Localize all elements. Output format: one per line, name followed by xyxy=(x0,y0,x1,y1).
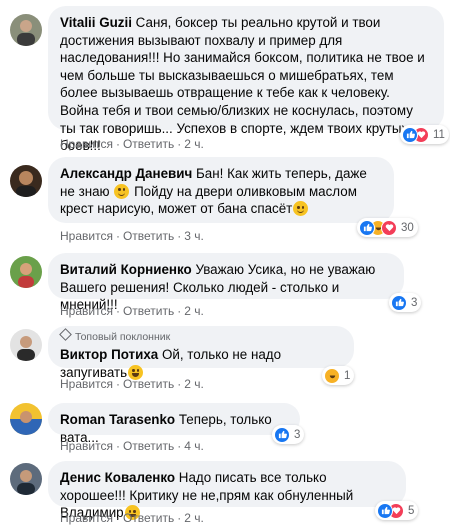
like-link[interactable]: Нравится xyxy=(60,137,113,151)
comment-author[interactable]: Александр Даневич xyxy=(60,166,192,181)
diamond-icon xyxy=(59,328,72,341)
comment-author[interactable]: Виктор Потиха xyxy=(60,347,158,362)
reaction-summary[interactable]: 1 xyxy=(322,366,355,385)
like-link[interactable]: Нравится xyxy=(60,439,113,453)
smirk-emoji xyxy=(293,201,309,217)
comment: Денис Коваленко Надо писать все только х… xyxy=(0,458,450,525)
reply-link[interactable]: Ответить xyxy=(123,377,174,391)
reaction-summary[interactable]: 30 xyxy=(357,218,418,237)
haha-icon xyxy=(324,367,340,384)
reaction-summary[interactable]: 11 xyxy=(400,125,449,144)
like-link[interactable]: Нравится xyxy=(60,229,113,243)
reaction-count: 1 xyxy=(344,369,351,382)
reaction-summary[interactable]: 3 xyxy=(272,425,305,444)
reaction-summary[interactable]: 5 xyxy=(375,501,419,520)
reply-link[interactable]: Ответить xyxy=(123,137,174,151)
timestamp[interactable]: 2 ч. xyxy=(184,304,204,318)
comment: Александр Даневич Бан! Как жить теперь, … xyxy=(0,155,450,245)
like-link[interactable]: Нравится xyxy=(60,304,113,318)
comment-bubble: Виталий Корниенко Уважаю Усика, но не ув… xyxy=(48,253,404,312)
avatar[interactable] xyxy=(10,329,42,361)
reaction-count: 3 xyxy=(294,428,301,441)
comment-bubble: Roman Tarasenko Теперь, только вата... xyxy=(48,403,300,445)
avatar[interactable] xyxy=(10,165,42,197)
comment-author[interactable]: Виталий Корниенко xyxy=(60,262,192,277)
comment-actions: Нравится · Ответить · 2 ч. xyxy=(60,137,204,151)
timestamp[interactable]: 2 ч. xyxy=(184,511,204,525)
comment: Виталий Корниенко Уважаю Усика, но не ув… xyxy=(0,253,450,323)
comment-actions: Нравится · Ответить · 4 ч. xyxy=(60,439,204,453)
comment-bubble: Топовый поклонник Виктор Потиха Ой, толь… xyxy=(48,326,354,380)
timestamp[interactable]: 2 ч. xyxy=(184,377,204,391)
like-icon xyxy=(274,426,290,443)
comment-actions: Нравится · Ответить · 2 ч. xyxy=(60,511,204,525)
reply-link[interactable]: Ответить xyxy=(123,304,174,318)
comment-bubble: Александр Даневич Бан! Как жить теперь, … xyxy=(48,157,394,223)
comment-text: Саня, боксер ты реально крутой и твои до… xyxy=(60,15,425,154)
timestamp[interactable]: 4 ч. xyxy=(184,439,204,453)
comment-actions: Нравится · Ответить · 3 ч. xyxy=(60,229,204,243)
avatar[interactable] xyxy=(10,403,42,435)
comment-author[interactable]: Vitalii Guzii xyxy=(60,15,132,30)
reaction-count: 3 xyxy=(411,296,418,309)
avatar[interactable] xyxy=(10,463,42,495)
like-link[interactable]: Нравится xyxy=(60,377,113,391)
reply-link[interactable]: Ответить xyxy=(123,229,174,243)
thinking-emoji xyxy=(114,183,130,199)
timestamp[interactable]: 3 ч. xyxy=(184,229,204,243)
top-fan-badge: Топовый поклонник xyxy=(59,328,342,344)
comment-actions: Нравится · Ответить · 2 ч. xyxy=(60,304,204,318)
comment: Vitalii Guzii Саня, боксер ты реально кр… xyxy=(0,0,450,153)
comment-author[interactable]: Денис Коваленко xyxy=(60,470,175,485)
comment-author[interactable]: Roman Tarasenko xyxy=(60,412,175,427)
like-icon xyxy=(402,126,418,143)
reaction-count: 30 xyxy=(401,221,414,234)
reply-link[interactable]: Ответить xyxy=(123,511,174,525)
timestamp[interactable]: 2 ч. xyxy=(184,137,204,151)
like-link[interactable]: Нравится xyxy=(60,511,113,525)
comment: Roman Tarasenko Теперь, только вата... 3… xyxy=(0,399,450,454)
comment-actions: Нравится · Ответить · 2 ч. xyxy=(60,377,204,391)
comment: Топовый поклонник Виктор Потиха Ой, толь… xyxy=(0,326,450,396)
like-icon xyxy=(359,219,375,236)
avatar[interactable] xyxy=(10,14,42,46)
like-icon xyxy=(391,294,407,311)
comment-bubble: Vitalii Guzii Саня, боксер ты реально кр… xyxy=(48,6,444,153)
reaction-count: 11 xyxy=(433,128,445,141)
reaction-count: 5 xyxy=(408,504,415,517)
love-icon xyxy=(381,219,397,236)
reply-link[interactable]: Ответить xyxy=(123,439,174,453)
avatar[interactable] xyxy=(10,256,42,288)
like-icon xyxy=(377,502,393,519)
reaction-summary[interactable]: 3 xyxy=(389,293,422,312)
comment-bubble: Денис Коваленко Надо писать все только х… xyxy=(48,461,406,521)
